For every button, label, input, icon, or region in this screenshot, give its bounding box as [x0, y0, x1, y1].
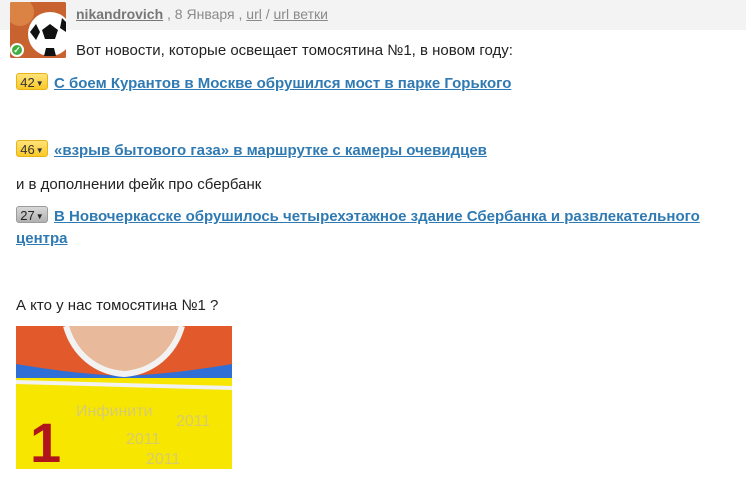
thread-url-link[interactable]: url ветки [274, 6, 328, 22]
online-status-icon: ✓ [10, 43, 24, 57]
addition-text: и в дополнении фейк про сбербанк [16, 176, 262, 193]
news-item: 42▼ С боем Курантов в Москве обрушился мо… [16, 73, 744, 95]
svg-text:2011: 2011 [146, 451, 181, 468]
question-text: А кто у нас томосятина №1 ? [16, 297, 219, 314]
news-item: 46▼ «взрыв бытового газа» в маршрутке с к… [16, 140, 744, 162]
rating-badge[interactable]: 42▼ [16, 73, 48, 90]
post-date: , 8 Января , [167, 6, 243, 22]
news-link[interactable]: «взрыв бытового газа» в маршрутке с каме… [54, 142, 487, 159]
svg-text:Инфинити: Инфинити [76, 403, 152, 420]
meta-separator: / [265, 6, 270, 22]
url-link[interactable]: url [246, 6, 262, 22]
rating-badge[interactable]: 27▼ [16, 206, 48, 223]
chevron-down-icon: ▼ [35, 212, 44, 221]
news-link[interactable]: С боем Курантов в Москве обрушился мост … [54, 75, 511, 92]
svg-text:2011: 2011 [126, 431, 161, 448]
post-intro: Вот новости, которые освещает томосятина… [76, 42, 513, 59]
jersey-number: 1 [30, 411, 61, 469]
chevron-down-icon: ▼ [35, 146, 44, 155]
author-link[interactable]: nikandrovich [76, 6, 163, 22]
chevron-down-icon: ▼ [35, 79, 44, 88]
news-item: 27▼ В Новочеркасске обрушилось четырехэта… [16, 206, 744, 250]
post-photo[interactable]: Инфинити 2011 2011 2011 1 [16, 326, 232, 469]
rating-badge[interactable]: 46▼ [16, 140, 48, 157]
svg-text:2011: 2011 [176, 413, 211, 430]
post-meta: nikandrovich , 8 Января , url / url ветк… [76, 6, 328, 22]
news-link[interactable]: В Новочеркасске обрушилось четырехэтажно… [16, 208, 700, 247]
